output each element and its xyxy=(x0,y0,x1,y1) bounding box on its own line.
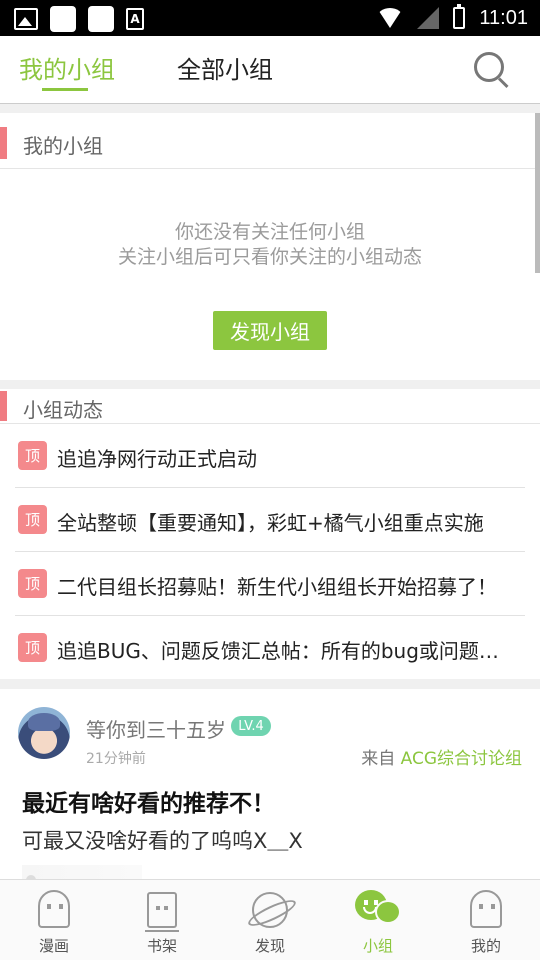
pinned-badge: 顶 xyxy=(18,633,47,662)
pinned-post-title: 二代目组长招募贴！新生代小组组长开始招募了！ xyxy=(57,575,497,599)
empty-hint-line2: 关注小组后可只看你关注的小组动态 xyxy=(117,246,422,268)
top-tab-bar: 我的小组 全部小组 xyxy=(0,36,540,104)
my-groups-section: 我的小组 你还没有关注任何小组 关注小组后可只看你关注的小组动态 发现小组 xyxy=(0,113,540,380)
pinned-badge: 顶 xyxy=(18,505,47,534)
group-feed-section: 小组动态 顶 追追净网行动正式启动 顶 全站整顿【重要通知】，彩虹+橘气小组重点… xyxy=(0,389,540,679)
square-icon xyxy=(88,6,114,32)
nav-label: 漫画 xyxy=(38,937,69,955)
nav-label: 书架 xyxy=(146,937,177,955)
empty-hint-line1: 你还没有关注任何小组 xyxy=(174,221,365,243)
post-username[interactable]: 等你到三十五岁 xyxy=(86,714,226,743)
nav-label: 发现 xyxy=(254,937,285,955)
signal-off-icon xyxy=(417,7,440,29)
pinned-post-title: 全站整顿【重要通知】，彩虹+橘气小组重点实施 xyxy=(57,511,484,535)
active-tab-indicator xyxy=(42,88,88,91)
planet-icon xyxy=(252,892,288,928)
level-badge: LV.4 xyxy=(231,716,271,736)
nav-label: 我的 xyxy=(470,937,501,955)
post-image-preview[interactable] xyxy=(22,865,142,879)
battery-charging-icon xyxy=(453,4,466,29)
nav-comics[interactable]: 漫画 xyxy=(0,880,108,960)
section-title: 我的小组 xyxy=(23,134,103,158)
clock: 11:01 xyxy=(479,6,528,29)
nav-discover[interactable]: 发现 xyxy=(216,880,324,960)
bookshelf-icon xyxy=(145,892,179,932)
group-chat-icon xyxy=(355,890,401,926)
section-title: 小组动态 xyxy=(23,398,103,422)
nav-bookshelf[interactable]: 书架 xyxy=(108,880,216,960)
section-header: 我的小组 xyxy=(0,113,540,169)
tab-all-groups[interactable]: 全部小组 xyxy=(177,50,273,85)
pinned-badge: 顶 xyxy=(18,569,47,598)
bottom-nav: 漫画 书架 发现 小组 我的 xyxy=(0,879,540,960)
pinned-post-title: 追追净网行动正式启动 xyxy=(57,447,257,471)
font-icon: A xyxy=(126,8,144,30)
search-icon[interactable] xyxy=(472,50,510,89)
post-body[interactable]: 可最又没啥好看的了呜呜X＿X xyxy=(22,825,303,855)
pinned-post-row[interactable]: 顶 追追BUG、问题反馈汇总帖：所有的bug或问题… xyxy=(15,616,525,680)
status-bar: A 11:01 xyxy=(0,0,540,36)
post-card[interactable]: 等你到三十五岁 LV.4 21分钟前 来自 ACG综合讨论组 最近有啥好看的推荐… xyxy=(0,689,540,879)
wifi-icon xyxy=(377,8,404,28)
nav-profile[interactable]: 我的 xyxy=(432,880,540,960)
post-source: 来自 ACG综合讨论组 xyxy=(361,744,522,769)
post-title[interactable]: 最近有啥好看的推荐不！ xyxy=(22,784,275,818)
pinned-post-row[interactable]: 顶 追追净网行动正式启动 xyxy=(15,424,525,488)
section-header: 小组动态 xyxy=(0,389,540,424)
main-content[interactable]: 我的小组 你还没有关注任何小组 关注小组后可只看你关注的小组动态 发现小组 小组… xyxy=(0,113,540,879)
image-icon xyxy=(14,8,38,30)
pinned-post-row[interactable]: 顶 全站整顿【重要通知】，彩虹+橘气小组重点实施 xyxy=(15,488,525,552)
nav-label: 小组 xyxy=(362,937,393,955)
nav-groups[interactable]: 小组 xyxy=(324,880,432,960)
scrollbar[interactable] xyxy=(535,113,540,273)
group-link[interactable]: ACG综合讨论组 xyxy=(401,749,522,769)
section-marker xyxy=(0,391,7,421)
profile-ghost-icon xyxy=(470,890,502,928)
discover-groups-button[interactable]: 发现小组 xyxy=(213,311,327,350)
square-icon xyxy=(50,6,76,32)
post-timestamp: 21分钟前 xyxy=(86,751,146,767)
source-prefix: 来自 xyxy=(361,749,401,769)
pinned-post-title: 追追BUG、问题反馈汇总帖：所有的bug或问题… xyxy=(57,639,499,663)
comic-ghost-icon xyxy=(38,890,70,928)
pinned-post-row[interactable]: 顶 二代目组长招募贴！新生代小组组长开始招募了！ xyxy=(15,552,525,616)
pinned-badge: 顶 xyxy=(18,441,47,470)
tab-my-groups[interactable]: 我的小组 xyxy=(19,50,115,85)
avatar[interactable] xyxy=(18,707,70,759)
section-marker xyxy=(0,127,7,159)
